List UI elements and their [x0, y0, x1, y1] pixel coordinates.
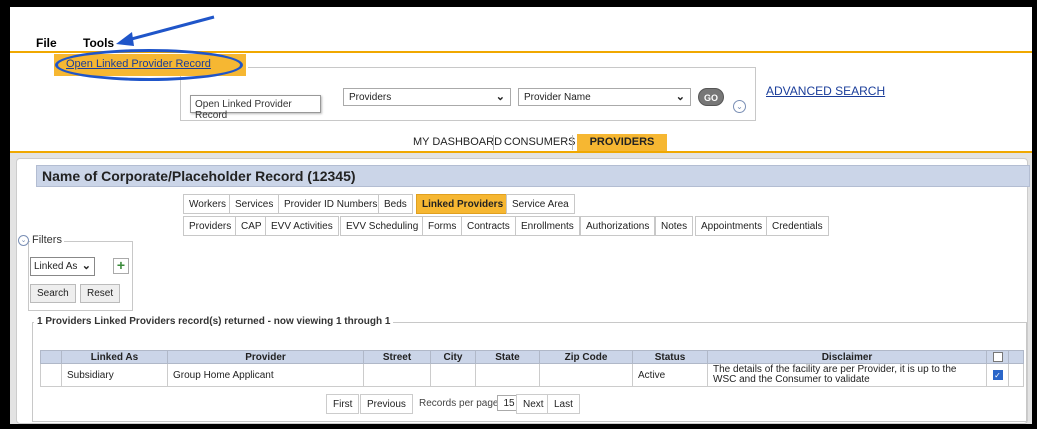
tab-evv-scheduling[interactable]: EVV Scheduling	[340, 216, 425, 236]
chevron-down-icon: ⌄	[81, 260, 91, 272]
tab-consumers[interactable]: CONSUMERS	[496, 134, 584, 151]
linked-as-filter-value: Linked As	[34, 261, 78, 272]
tab-cap[interactable]: CAP	[235, 216, 268, 236]
chevron-down-icon: ⌄	[675, 91, 685, 103]
next-page-button[interactable]: Next	[516, 394, 551, 414]
header-state[interactable]: State	[475, 350, 540, 364]
tab-evv-activities[interactable]: EVV Activities	[265, 216, 339, 236]
cell-status: Active	[632, 363, 708, 387]
go-button[interactable]: GO	[698, 88, 724, 106]
row-checkbox[interactable]: ✓	[992, 369, 1003, 380]
tab-separator	[493, 135, 494, 150]
table-row[interactable]: Subsidiary Group Home Applicant Active T…	[40, 363, 1024, 387]
select-all-checkbox[interactable]	[992, 351, 1003, 362]
page-title: Name of Corporate/Placeholder Record (12…	[42, 168, 356, 184]
tab-credentials[interactable]: Credentials	[766, 216, 829, 236]
header-disclaimer[interactable]: Disclaimer	[707, 350, 987, 364]
last-page-button[interactable]: Last	[547, 394, 580, 414]
advanced-search-link[interactable]: ADVANCED SEARCH	[766, 84, 885, 98]
tab-notes[interactable]: Notes	[655, 216, 694, 236]
chevron-down-icon: ⌄	[495, 91, 505, 103]
linked-as-filter-select[interactable]: Linked As ⌄	[30, 257, 95, 276]
header-street[interactable]: Street	[363, 350, 431, 364]
header-spacer	[1008, 350, 1024, 364]
previous-page-button[interactable]: Previous	[360, 394, 413, 414]
header-status[interactable]: Status	[632, 350, 708, 364]
results-count-text: 1 Providers Linked Providers record(s) r…	[34, 316, 394, 327]
tab-service-area[interactable]: Service Area	[506, 194, 575, 214]
cell-disclaimer: The details of the facility are per Prov…	[707, 363, 987, 387]
search-input[interactable]: Open Linked Provider Record	[190, 95, 321, 121]
cell-select[interactable]: ✓	[986, 363, 1009, 387]
cell-zip	[539, 363, 633, 387]
filters-legend: Filters	[30, 234, 64, 246]
tab-services[interactable]: Services	[229, 194, 280, 214]
search-field-value: Provider Name	[524, 92, 591, 103]
tab-enrollments[interactable]: Enrollments	[515, 216, 580, 236]
cell-city	[430, 363, 476, 387]
search-category-value: Providers	[349, 92, 392, 103]
add-filter-icon[interactable]: +	[113, 258, 129, 274]
record-title-bar: Name of Corporate/Placeholder Record (12…	[36, 165, 1030, 187]
cell-linked-as: Subsidiary	[61, 363, 168, 387]
first-page-button[interactable]: First	[326, 394, 360, 414]
tab-my-dashboard[interactable]: MY DASHBOARD	[405, 134, 510, 151]
tab-workers[interactable]: Workers	[183, 194, 233, 214]
tab-forms[interactable]: Forms	[422, 216, 463, 236]
search-category-select[interactable]: Providers ⌄	[343, 88, 511, 106]
results-table: Linked As Provider Street City State Zip…	[40, 350, 1024, 387]
header-select-all[interactable]	[986, 350, 1009, 364]
records-per-page-label: Records per page	[419, 398, 499, 409]
filter-search-button[interactable]: Search	[30, 284, 76, 303]
search-field-select[interactable]: Provider Name ⌄	[518, 88, 691, 106]
app-window: File Tools ch Open Linked Provider Recor…	[10, 7, 1032, 424]
tab-authorizations[interactable]: Authorizations	[580, 216, 656, 236]
tab-linked-providers[interactable]: Linked Providers	[416, 194, 510, 214]
row-spacer	[40, 363, 62, 387]
cell-provider: Group Home Applicant	[167, 363, 364, 387]
tab-appointments[interactable]: Appointments	[695, 216, 769, 236]
tab-providers-sub[interactable]: Providers	[183, 216, 238, 236]
header-linked-as[interactable]: Linked As	[61, 350, 168, 364]
cell-state	[475, 363, 540, 387]
cell-street	[363, 363, 431, 387]
row-spacer	[1008, 363, 1024, 387]
menu-file[interactable]: File	[36, 36, 57, 50]
filter-reset-button[interactable]: Reset	[80, 284, 121, 303]
header-zip-code[interactable]: Zip Code	[539, 350, 633, 364]
header-provider[interactable]: Provider	[167, 350, 364, 364]
header-city[interactable]: City	[430, 350, 476, 364]
tab-separator	[572, 135, 573, 150]
expand-search-icon[interactable]: ⌄	[733, 100, 746, 113]
header-spacer	[40, 350, 62, 364]
annotation-arrow-icon	[116, 15, 215, 46]
tab-beds[interactable]: Beds	[378, 194, 413, 214]
annotation-highlight-oval	[55, 49, 243, 81]
tab-providers[interactable]: PROVIDERS	[577, 134, 667, 151]
tab-contracts[interactable]: Contracts	[461, 216, 516, 236]
tab-provider-id-numbers[interactable]: Provider ID Numbers	[278, 194, 384, 214]
collapse-filters-icon[interactable]: ⌄	[18, 235, 29, 246]
table-header-row: Linked As Provider Street City State Zip…	[40, 350, 1024, 364]
